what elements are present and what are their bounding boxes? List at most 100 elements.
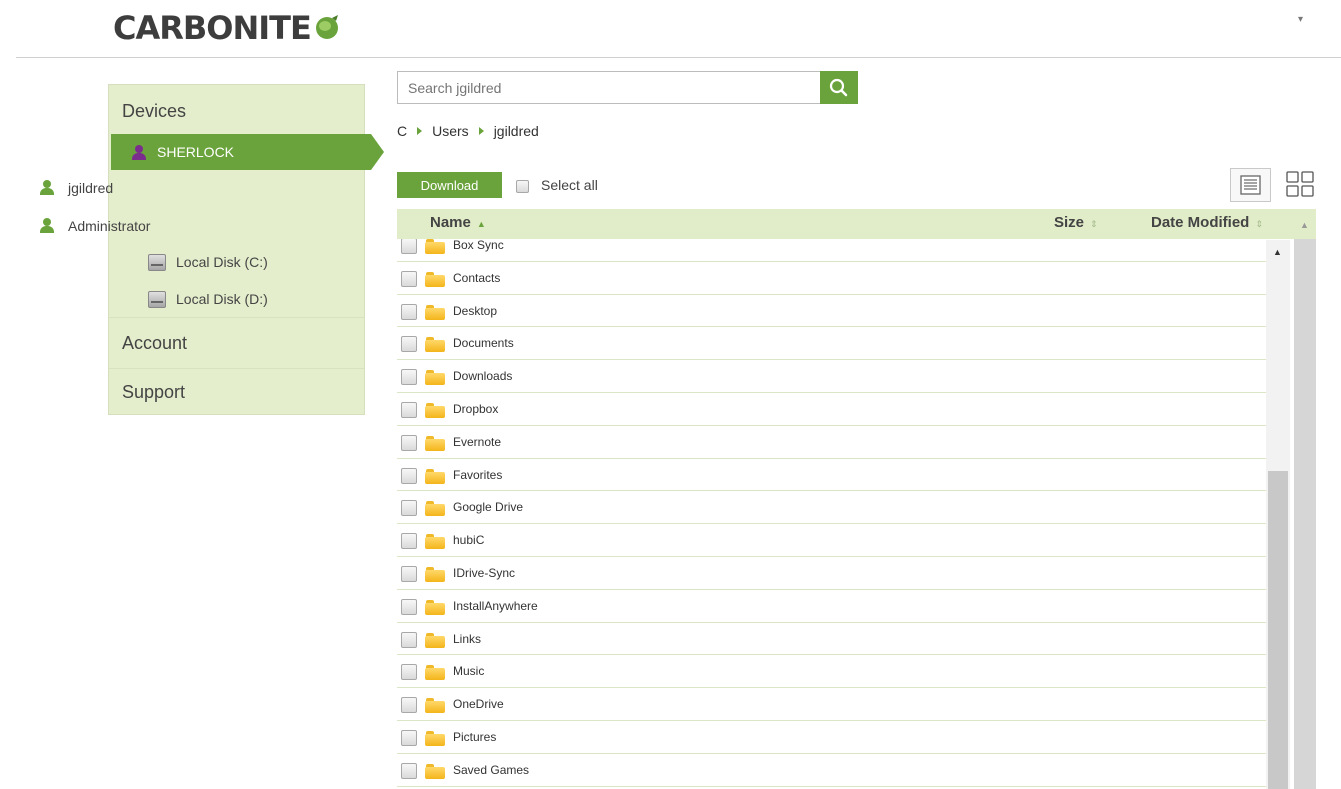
row-checkbox[interactable] — [401, 270, 417, 287]
row-name[interactable]: Documents — [453, 336, 514, 350]
table-row[interactable]: Desktop — [397, 295, 1266, 328]
folder-icon — [425, 304, 445, 320]
breadcrumb-item[interactable]: jgildred — [494, 123, 539, 139]
row-name[interactable]: Evernote — [453, 435, 501, 449]
row-checkbox[interactable] — [401, 762, 417, 779]
scroll-up-icon[interactable]: ▲ — [1273, 247, 1282, 257]
row-checkbox[interactable] — [401, 303, 417, 320]
row-name[interactable]: Music — [453, 664, 484, 678]
table-scrollbar[interactable]: ▲ — [1294, 209, 1316, 789]
row-name[interactable]: InstallAnywhere — [453, 599, 538, 613]
row-checkbox[interactable] — [401, 533, 417, 550]
row-name[interactable]: Desktop — [453, 304, 497, 318]
column-header-date-modified[interactable]: Date Modified ⇕ — [1151, 214, 1263, 231]
table-row[interactable]: Google Drive — [397, 491, 1266, 525]
table-row[interactable]: Favorites — [397, 459, 1266, 492]
row-checkbox[interactable] — [401, 697, 417, 714]
list-view-button[interactable] — [1230, 168, 1271, 202]
table-row[interactable]: Links — [397, 623, 1266, 656]
folder-icon — [425, 763, 445, 779]
breadcrumb-arrow-icon — [417, 127, 423, 135]
carbonite-logo[interactable]: CARBONITE — [113, 8, 312, 48]
sidebar-device-sherlock[interactable]: SHERLOCK — [111, 134, 371, 170]
row-checkbox[interactable] — [401, 565, 417, 582]
table-row[interactable]: Dropbox — [397, 393, 1266, 426]
row-name[interactable]: Saved Games — [453, 763, 529, 777]
sort-icon: ⇕ — [1255, 219, 1263, 229]
select-all-checkbox[interactable] — [516, 179, 529, 193]
scrollbar-thumb[interactable] — [1268, 471, 1288, 789]
list-scrollbar[interactable]: ▲ — [1266, 240, 1290, 789]
row-checkbox[interactable] — [401, 598, 417, 615]
table-row[interactable]: Music — [397, 655, 1266, 689]
table-row[interactable]: Evernote — [397, 426, 1266, 459]
table-row[interactable]: IDrive-Sync — [397, 557, 1266, 590]
row-name[interactable]: hubiC — [453, 533, 484, 547]
row-checkbox[interactable] — [401, 434, 417, 451]
sidebar-divider — [109, 317, 364, 318]
selected-pointer — [371, 134, 384, 170]
folder-icon — [425, 468, 445, 484]
folder-icon — [425, 665, 445, 681]
sort-ascending-icon: ▲ — [476, 219, 486, 229]
sidebar-item-label: jgildred — [68, 180, 114, 196]
folder-icon — [425, 435, 445, 451]
folder-icon — [425, 337, 445, 353]
sidebar-item-local-disk-d[interactable]: Local Disk (D:) — [148, 291, 348, 309]
folder-icon — [425, 534, 445, 550]
sidebar-device-label: SHERLOCK — [157, 144, 235, 160]
user-menu-caret[interactable]: ▾ — [1298, 14, 1303, 25]
scroll-up-icon[interactable]: ▲ — [1300, 220, 1309, 230]
row-checkbox[interactable] — [401, 631, 417, 648]
search-input[interactable] — [397, 71, 821, 104]
column-header-size[interactable]: Size ⇕ — [1054, 214, 1098, 231]
row-name[interactable]: Dropbox — [453, 402, 498, 416]
row-name[interactable]: Favorites — [453, 468, 502, 482]
logo-mark-icon — [316, 15, 338, 39]
breadcrumb-item[interactable]: C — [397, 123, 407, 139]
sidebar-item-local-disk-c[interactable]: Local Disk (C:) — [148, 254, 348, 272]
row-name[interactable]: Box Sync — [453, 238, 504, 252]
table-row[interactable]: Downloads — [397, 360, 1266, 393]
sidebar-item-jgildred[interactable]: jgildred — [40, 180, 240, 198]
row-name[interactable]: Pictures — [453, 730, 496, 744]
sidebar-devices-heading[interactable]: Devices — [122, 101, 186, 122]
column-label: Date Modified — [1151, 214, 1250, 231]
row-name[interactable]: Downloads — [453, 369, 512, 383]
row-checkbox[interactable] — [401, 401, 417, 418]
table-row[interactable]: OneDrive — [397, 688, 1266, 721]
folder-icon — [425, 599, 445, 615]
row-checkbox[interactable] — [401, 729, 417, 746]
row-checkbox[interactable] — [401, 467, 417, 484]
row-checkbox[interactable] — [401, 664, 417, 681]
table-row[interactable]: Contacts — [397, 262, 1266, 295]
row-name[interactable]: Google Drive — [453, 500, 523, 514]
grid-view-icon[interactable] — [1285, 170, 1315, 198]
row-name[interactable]: IDrive-Sync — [453, 566, 515, 580]
table-row[interactable]: hubiC — [397, 524, 1266, 557]
table-row[interactable]: Documents — [397, 327, 1266, 361]
row-name[interactable]: OneDrive — [453, 697, 504, 711]
folder-icon — [425, 698, 445, 714]
folder-icon — [425, 402, 445, 418]
folder-icon — [425, 239, 445, 254]
search-button[interactable] — [820, 71, 858, 104]
row-name[interactable]: Links — [453, 632, 481, 646]
column-header-name[interactable]: Name ▲ — [430, 214, 486, 231]
row-checkbox[interactable] — [401, 336, 417, 353]
breadcrumb-item[interactable]: Users — [432, 123, 469, 139]
row-name[interactable]: Contacts — [453, 271, 500, 285]
sidebar-account-link[interactable]: Account — [122, 333, 187, 354]
select-all[interactable]: Select all — [516, 177, 598, 193]
download-button[interactable]: Download — [397, 172, 502, 198]
table-row[interactable]: InstallAnywhere — [397, 590, 1266, 623]
row-checkbox[interactable] — [401, 500, 417, 517]
row-checkbox[interactable] — [401, 238, 417, 254]
table-row[interactable]: Saved Games — [397, 754, 1266, 787]
row-checkbox[interactable] — [401, 369, 417, 386]
table-row[interactable]: Pictures — [397, 721, 1266, 754]
sidebar-support-link[interactable]: Support — [122, 382, 185, 403]
disk-icon — [148, 254, 166, 271]
sidebar-item-administrator[interactable]: Administrator — [40, 218, 240, 236]
column-label: Name — [430, 214, 471, 231]
